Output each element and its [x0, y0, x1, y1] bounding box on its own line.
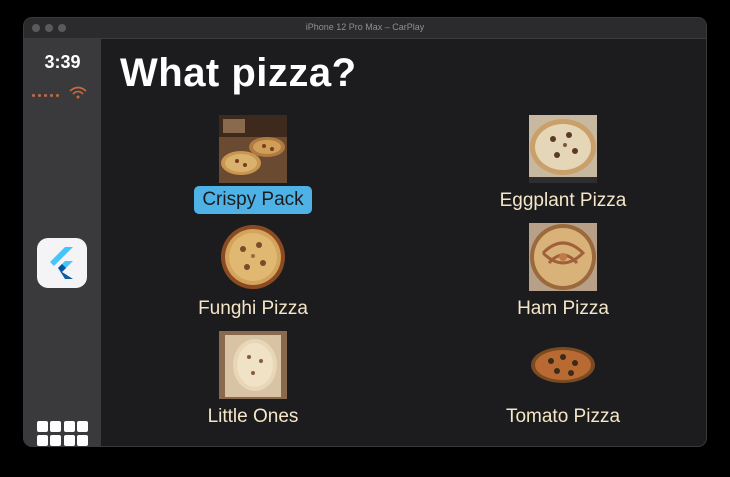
carplay-window: iPhone 12 Pro Max – CarPlay 3:39 What pi…: [24, 18, 706, 446]
cellular-signal-icon: [32, 94, 59, 97]
pizza-image: [219, 115, 287, 183]
app-grid-icon[interactable]: [37, 421, 88, 446]
window-titlebar: iPhone 12 Pro Max – CarPlay: [24, 18, 706, 39]
item-label: Ham Pizza: [517, 298, 609, 319]
grid-item-little-ones[interactable]: Little Ones: [113, 331, 393, 439]
item-label: Crispy Pack: [194, 186, 312, 214]
flutter-icon: [50, 247, 73, 279]
item-label: Little Ones: [207, 406, 299, 427]
grid-item-tomato-pizza[interactable]: Tomato Pizza: [423, 331, 703, 439]
grid-item-funghi-pizza[interactable]: Funghi Pizza: [113, 223, 393, 331]
pizza-image: [529, 115, 597, 183]
pizza-image: [529, 331, 597, 399]
pizza-image: [529, 223, 597, 291]
status-indicators: [32, 83, 92, 103]
pizza-image: [219, 331, 287, 399]
status-time: 3:39: [44, 52, 81, 72]
item-label: Eggplant Pizza: [499, 190, 627, 211]
grid-item-crispy-pack[interactable]: Crispy Pack: [113, 115, 393, 223]
wifi-icon: [69, 86, 87, 99]
pizza-image: [219, 223, 287, 291]
flutter-app-icon[interactable]: [37, 238, 87, 288]
item-label: Funghi Pizza: [198, 298, 308, 319]
page-title: What pizza?: [120, 51, 357, 95]
window-title: iPhone 12 Pro Max – CarPlay: [305, 22, 425, 32]
grid-item-eggplant-pizza[interactable]: Eggplant Pizza: [423, 115, 703, 223]
main-content: What pizza? Crispy Pack Eggplant Pizza F…: [101, 39, 706, 446]
item-label: Tomato Pizza: [505, 406, 621, 427]
carplay-dashboard-sidebar: 3:39: [24, 39, 101, 446]
grid-item-ham-pizza[interactable]: Ham Pizza: [423, 223, 703, 331]
